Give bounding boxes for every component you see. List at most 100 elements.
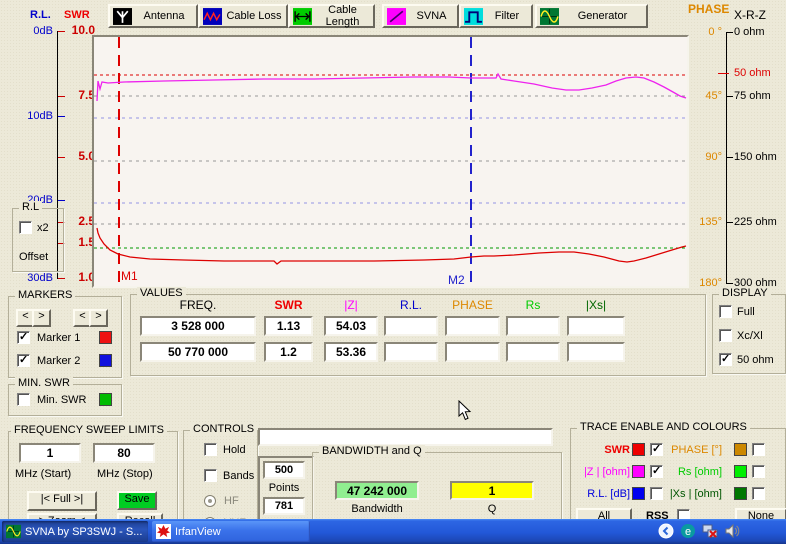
radio-dot [208,499,212,503]
command-input[interactable] [258,428,553,446]
min-swr-checkbox[interactable] [17,393,30,406]
cable-length-button[interactable]: Cable Length [288,4,375,28]
q-label: Q [450,503,534,516]
stop-frequency-input[interactable]: 80 [93,443,155,463]
cable-loss-icon [203,8,222,25]
cable-loss-button[interactable]: Cable Loss [198,4,288,28]
rl-offset-label: Offset [19,251,48,264]
rl-tick-label: 30dB [10,272,53,285]
values-column-header: PHASE [445,299,500,312]
trace-xs-ohm-checkbox[interactable] [752,487,765,500]
values-cell-m1-z: 54.03 [324,316,378,336]
frequency-sweep-group-title: FREQUENCY SWEEP LIMITS [11,424,167,436]
marker1-next-button[interactable]: > [32,309,51,327]
display-50-ohm-checkbox[interactable]: ✓ [719,353,732,366]
ohm-tick-mark [727,32,733,33]
marker-label-m1: M1 [121,269,138,283]
marker2-label: Marker 2 [37,355,80,368]
trace-phase-colour-swatch[interactable] [734,443,747,456]
rl-offset-group-title: R.L [19,201,42,213]
start-frequency-input[interactable]: 1 [19,443,81,463]
marker2-next-button[interactable]: > [89,309,108,327]
values-cell-m1-freq: 3 528 000 [140,316,256,336]
values-column-header: R.L. [384,299,438,312]
hold-checkbox[interactable] [204,443,217,456]
phase-tick-label: 45° [688,90,722,103]
marker1-colour-swatch[interactable] [99,331,112,344]
swr-tick-label: 10.0 [64,24,95,37]
marker1-checkbox[interactable]: ✓ [17,331,30,344]
trace-xs-ohm-label: |Xs | [ohm] [666,488,722,501]
full-sweep-button[interactable]: |< Full >| [27,491,97,511]
hf-radio-label: HF [224,495,239,508]
ohm-tick-mark [727,157,733,158]
trace-r-l-db-label: R.L. [dB] [572,488,630,501]
trace-z-ohm-checkbox[interactable]: ✓ [650,465,663,478]
display-xc-xl-checkbox[interactable] [719,329,732,342]
min-swr-colour-swatch[interactable] [99,393,112,406]
start-frequency-label: MHz (Start) [15,468,71,481]
trace-rs-ohm-checkbox[interactable] [752,465,765,478]
marker-label-m2: M2 [448,273,465,286]
taskbar-task-1[interactable]: SVNA by SP3SWJ - S... [2,521,148,542]
values-cell-m2-rl [384,342,438,362]
trace-xs-ohm-colour-swatch[interactable] [734,487,747,500]
generator-button[interactable]: Generator [535,4,648,28]
hold-label: Hold [223,444,246,457]
ohm-tick-label: 75 ohm [734,90,784,103]
rl-x2-checkbox[interactable] [19,221,32,234]
points-panel: 500 Points 781 [258,456,314,522]
taskbar-task-2[interactable]: IrfanView [152,521,310,542]
trace-phase-checkbox[interactable] [752,443,765,456]
tray-collapse-icon[interactable] [658,523,674,539]
toolbar-button-label: SVNA [406,10,457,22]
values-cell-m1-rl [384,316,438,336]
swr-tick-label: 7.5 [64,89,95,102]
swr-tick-label: 1.5 [64,236,95,249]
svg-text:e: e [685,526,691,538]
trace-swr-colour-swatch[interactable] [632,443,645,456]
toolbar-button-label: Antenna [132,10,196,22]
trace-swr-label: SWR [572,444,630,457]
marker2-checkbox[interactable]: ✓ [17,354,30,367]
bands-checkbox[interactable] [204,469,217,482]
values-cell-m2-rs [506,342,560,362]
tray-network-icon[interactable] [702,523,718,539]
trace-z-ohm-colour-swatch[interactable] [632,465,645,478]
phase-tick-label: 135° [688,216,722,229]
ohm-tick-label: 0 ohm [734,26,784,39]
svna-button[interactable]: SVNA [382,4,459,28]
marker2-colour-swatch[interactable] [99,354,112,367]
trace-r-l-db-checkbox[interactable] [650,487,663,500]
display-full-checkbox[interactable] [719,305,732,318]
swr-tick-mark [58,96,65,97]
values-column-header: Rs [506,299,560,312]
antenna-button[interactable]: Antenna [108,4,198,28]
min-swr-group-title: MIN. SWR [15,377,73,389]
trace-r-l-db-colour-swatch[interactable] [632,487,645,500]
display-group-title: DISPLAY [719,287,771,299]
filter-button[interactable]: Filter [459,4,533,28]
trace-rs-ohm-colour-swatch[interactable] [734,465,747,478]
points-count-field[interactable]: 781 [263,497,305,515]
taskbar-task-label: SVNA by SP3SWJ - S... [25,526,142,538]
check-mark: ✓ [652,464,661,477]
swr-tick-mark [58,31,65,32]
svna-icon [387,8,406,25]
bands-label: Bands [223,470,254,483]
values-column-header: |Xs| [567,299,625,312]
tray-eset-icon[interactable]: e [680,523,696,539]
min-swr-group: MIN. SWR Min. SWR [8,384,122,416]
sweep-chart[interactable]: M1 M2 [92,35,689,288]
taskbar-task-label: IrfanView [175,526,221,538]
display-group: DISPLAY FullXc/Xl✓50 ohm [712,294,786,374]
save-button[interactable]: Save [117,491,157,510]
tray-volume-icon[interactable] [724,523,740,539]
min-swr-label: Min. SWR [37,394,87,407]
trace-swr-checkbox[interactable]: ✓ [650,443,663,456]
toolbar-button-label: Generator [559,10,646,22]
generator-icon [6,524,21,539]
phase-tick-label: 90° [688,151,722,164]
points-input[interactable]: 500 [263,461,305,479]
bandwidth-label: Bandwidth [335,503,419,516]
